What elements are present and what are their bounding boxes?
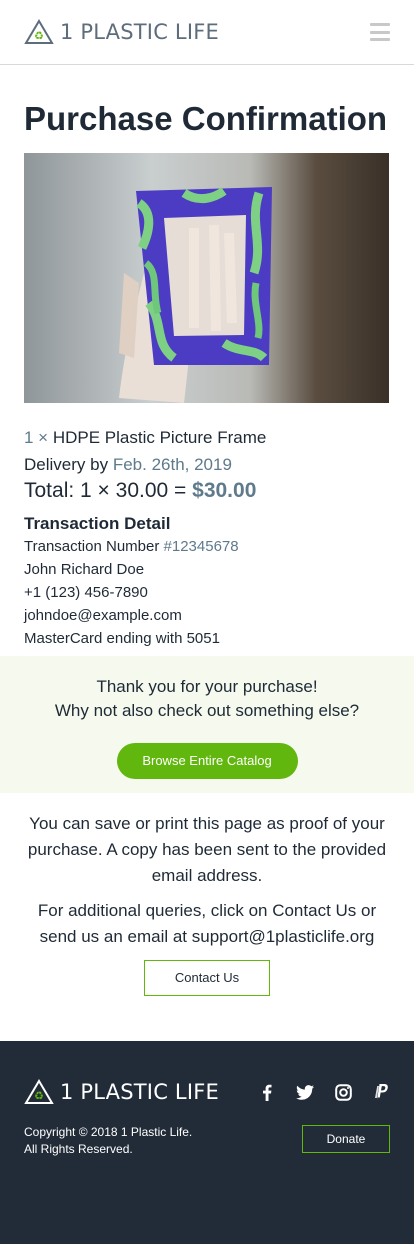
footer-top-row: ♻ 1 PLASTIC LIFE bbox=[24, 1079, 390, 1105]
order-quantity: 1 × bbox=[24, 428, 49, 447]
order-item-name: HDPE Plastic Picture Frame bbox=[52, 428, 267, 447]
customer-email: johndoe@example.com bbox=[24, 607, 182, 624]
delivery-line: Delivery by Feb. 26th, 2019 bbox=[24, 455, 390, 475]
save-print-text: You can save or print this page as proof… bbox=[27, 814, 387, 885]
transaction-number-value: #12345678 bbox=[163, 538, 239, 555]
twitter-icon[interactable] bbox=[296, 1083, 314, 1101]
order-summary: 1 × HDPE Plastic Picture Frame Delivery … bbox=[24, 428, 390, 650]
copyright: Copyright © 2018 1 Plastic Life. All Rig… bbox=[24, 1124, 192, 1158]
delivery-date: Feb. 26th, 2019 bbox=[112, 455, 232, 474]
site-header: ♻ 1 PLASTIC LIFE bbox=[0, 0, 414, 65]
total-value: $30.00 bbox=[192, 479, 257, 502]
facebook-icon[interactable] bbox=[258, 1083, 276, 1101]
transaction-title: Transaction Detail bbox=[24, 514, 171, 533]
browse-catalog-button[interactable]: Browse Entire Catalog bbox=[116, 743, 298, 779]
social-links bbox=[258, 1083, 390, 1101]
picture-frame-photo bbox=[24, 153, 389, 403]
check-out-line: Why not also check out something else? bbox=[54, 701, 360, 720]
customer-name: John Richard Doe bbox=[24, 561, 145, 578]
order-total: Total: 1 × 30.00 = $30.00 bbox=[24, 478, 390, 504]
hamburger-menu-icon[interactable] bbox=[370, 23, 390, 41]
donate-button[interactable]: Donate bbox=[302, 1125, 390, 1153]
footer-brand-logo[interactable]: ♻ 1 PLASTIC LIFE bbox=[24, 1079, 219, 1105]
paypal-icon[interactable] bbox=[372, 1083, 390, 1101]
footer-bottom-row: Copyright © 2018 1 Plastic Life. All Rig… bbox=[24, 1124, 390, 1158]
recycle-triangle-icon: ♻ bbox=[24, 1079, 54, 1104]
site-footer: ♻ 1 PLASTIC LIFE Copyright © 2018 1 Plas… bbox=[0, 1041, 414, 1244]
instagram-icon[interactable] bbox=[334, 1083, 352, 1101]
transaction-number-label: Transaction Number bbox=[24, 538, 160, 555]
copyright-line: Copyright © 2018 1 Plastic Life. bbox=[24, 1125, 193, 1139]
footer-brand-name: 1 PLASTIC LIFE bbox=[60, 1080, 219, 1104]
page-title: Purchase Confirmation bbox=[24, 100, 388, 137]
svg-text:♻: ♻ bbox=[34, 30, 44, 43]
thank-you-line: Thank you for your purchase! bbox=[96, 677, 318, 696]
svg-text:♻: ♻ bbox=[34, 1090, 44, 1103]
product-photo bbox=[24, 153, 389, 403]
recycle-triangle-icon: ♻ bbox=[24, 19, 54, 44]
brand-logo[interactable]: ♻ 1 PLASTIC LIFE bbox=[24, 19, 219, 45]
confirmation-content: Purchase Confirmation 1 × HDPE Plastic P… bbox=[0, 99, 414, 650]
contact-us-button[interactable]: Contact Us bbox=[144, 960, 270, 996]
transaction-number-line: Transaction Number #12345678 bbox=[24, 535, 390, 558]
rights-line: All Rights Reserved. bbox=[24, 1142, 133, 1156]
total-label: Total: 1 × 30.00 = bbox=[24, 479, 187, 502]
order-item-line: 1 × HDPE Plastic Picture Frame bbox=[24, 428, 390, 448]
thank-you-panel: Thank you for your purchase! Why not als… bbox=[0, 656, 414, 793]
delivery-label: Delivery by bbox=[24, 455, 109, 474]
info-section: You can save or print this page as proof… bbox=[0, 793, 414, 996]
queries-text: For additional queries, click on Contact… bbox=[37, 901, 377, 946]
brand-name: 1 PLASTIC LIFE bbox=[60, 20, 219, 44]
payment-method: MasterCard ending with 5051 bbox=[24, 630, 220, 647]
customer-phone: +1 (123) 456-7890 bbox=[24, 584, 148, 601]
